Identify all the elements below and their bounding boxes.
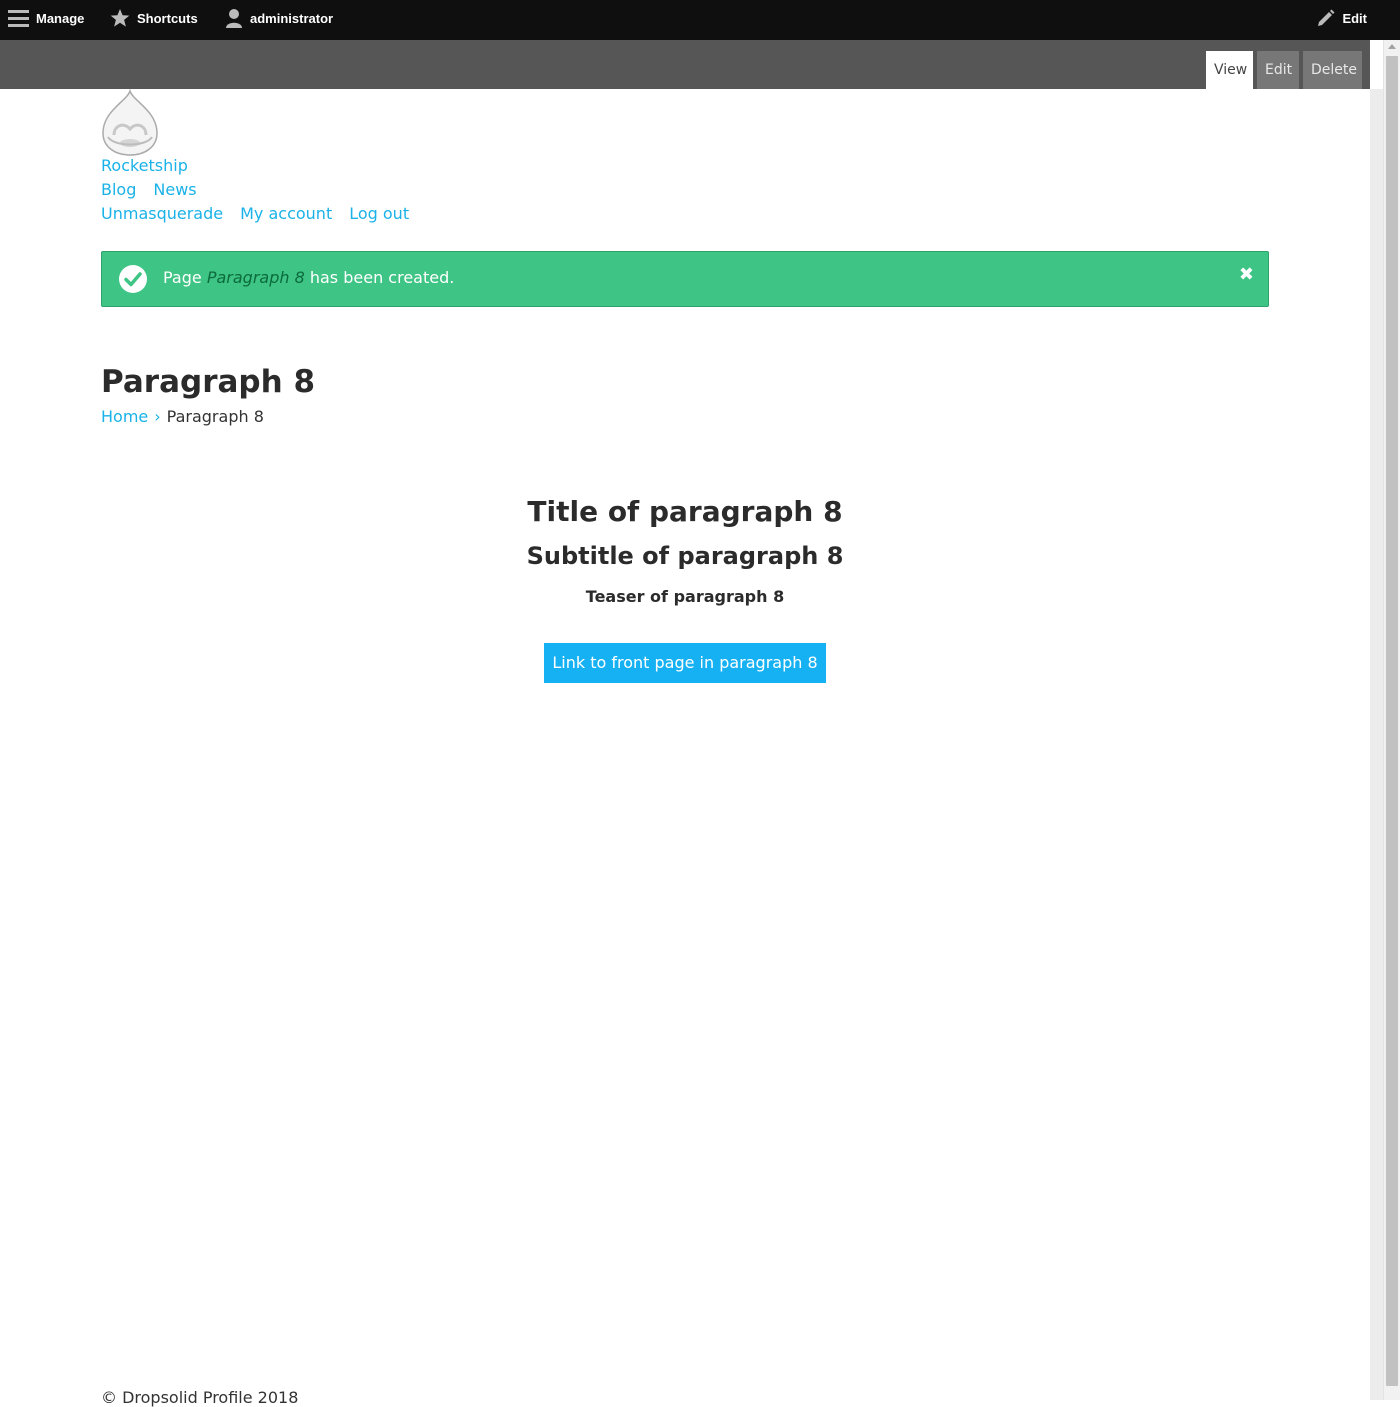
status-message: Page Paragraph 8 has been created. ✖ [101, 251, 1269, 307]
admin-toolbar: Manage Shortcuts administrator Edit [0, 0, 1400, 40]
menu-item-unmasquerade[interactable]: Unmasquerade [101, 204, 223, 223]
toolbar-shortcuts-label: Shortcuts [137, 10, 198, 26]
toolbar-edit-label: Edit [1342, 10, 1367, 26]
close-icon[interactable]: ✖ [1239, 264, 1254, 285]
breadcrumb-separator: › [154, 407, 161, 426]
account-menu: Unmasquerade My account Log out [101, 204, 426, 223]
status-message-text: Page Paragraph 8 has been created. [163, 268, 454, 287]
drupal-logo[interactable] [100, 88, 160, 157]
front-page-link-button[interactable]: Link to front page in paragraph 8 [544, 643, 826, 683]
toolbar-user-label: administrator [250, 10, 334, 26]
user-icon [226, 9, 242, 28]
footer-copyright: © Dropsolid Profile 2018 [101, 1388, 299, 1407]
page-edge [1370, 89, 1383, 1400]
site-name[interactable]: Rocketship [101, 156, 188, 175]
toolbar-user[interactable]: administrator [225, 0, 333, 36]
check-circle-icon [119, 265, 147, 293]
page-title: Paragraph 8 [101, 364, 316, 400]
hamburger-icon [8, 10, 29, 27]
breadcrumb: Home › Paragraph 8 [101, 407, 264, 426]
tab-delete[interactable]: Delete [1303, 51, 1362, 89]
pencil-icon [1318, 9, 1335, 26]
message-suffix: has been created. [304, 268, 455, 287]
vertical-scrollbar[interactable] [1383, 40, 1400, 1400]
menu-item-news[interactable]: News [153, 180, 196, 199]
message-node-title[interactable]: Paragraph 8 [207, 268, 305, 287]
paragraph-subtitle: Subtitle of paragraph 8 [526, 542, 844, 570]
message-prefix: Page [163, 268, 207, 287]
toolbar-shortcuts[interactable]: Shortcuts [110, 0, 198, 36]
paragraph-title: Title of paragraph 8 [527, 495, 843, 528]
menu-item-blog[interactable]: Blog [101, 180, 136, 199]
tab-edit[interactable]: Edit [1257, 51, 1299, 89]
scroll-thumb[interactable] [1386, 56, 1398, 1386]
main-menu: Blog News [101, 180, 214, 199]
breadcrumb-home[interactable]: Home [101, 407, 148, 426]
toolbar-manage[interactable]: Manage [8, 0, 84, 36]
toolbar-edit[interactable]: Edit [1317, 0, 1367, 36]
menu-item-log-out[interactable]: Log out [349, 204, 409, 223]
menu-item-my-account[interactable]: My account [240, 204, 332, 223]
star-icon [110, 9, 130, 27]
tab-view[interactable]: View [1206, 51, 1253, 89]
scroll-up-arrow-icon[interactable] [1388, 44, 1396, 49]
local-tasks-bar: View Edit Delete [0, 40, 1370, 89]
toolbar-manage-label: Manage [36, 10, 85, 26]
paragraph-teaser: Teaser of paragraph 8 [585, 587, 785, 606]
breadcrumb-current: Paragraph 8 [166, 407, 264, 426]
